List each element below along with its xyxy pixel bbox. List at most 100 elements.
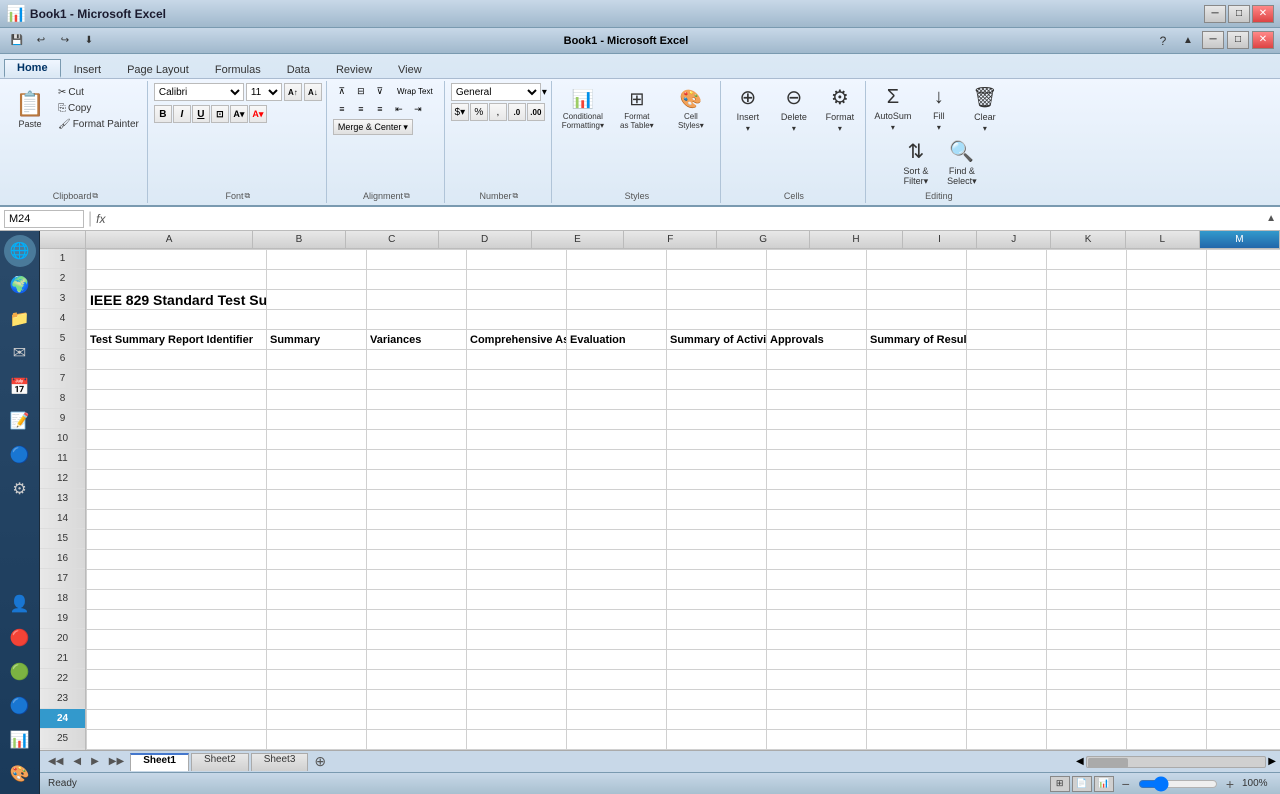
dock-icon-8[interactable]: ⚙ xyxy=(4,473,36,505)
cell-g13[interactable] xyxy=(767,490,867,510)
cell-a19[interactable] xyxy=(87,610,267,630)
insert-dropdown-icon[interactable]: ▾ xyxy=(746,124,750,133)
col-header-k[interactable]: K xyxy=(1051,231,1125,248)
cell-e13[interactable] xyxy=(567,490,667,510)
cell-a10[interactable] xyxy=(87,430,267,450)
delete-dropdown-icon[interactable]: ▾ xyxy=(792,124,796,133)
cell-d12[interactable] xyxy=(467,470,567,490)
cell-l16[interactable] xyxy=(1207,550,1280,570)
cell-j19[interactable] xyxy=(1047,610,1127,630)
tab-page-layout[interactable]: Page Layout xyxy=(114,61,202,78)
format-painter-button[interactable]: 🖌 Format Painter xyxy=(54,117,143,132)
align-top-button[interactable]: ⊼ xyxy=(333,83,351,99)
cell-a11[interactable] xyxy=(87,450,267,470)
number-format-dropdown-icon[interactable]: ▾ xyxy=(542,87,547,98)
cell-l3[interactable] xyxy=(1207,290,1280,310)
cell-a7[interactable] xyxy=(87,370,267,390)
cell-g15[interactable] xyxy=(767,530,867,550)
cell-g2[interactable] xyxy=(767,270,867,290)
cell-f18[interactable] xyxy=(667,590,767,610)
align-right-button[interactable]: ≡ xyxy=(371,101,389,117)
cell-l1[interactable] xyxy=(1207,250,1280,270)
increase-font-size-button[interactable]: A↑ xyxy=(284,83,302,101)
cell-k23[interactable] xyxy=(1127,690,1207,710)
cell-g14[interactable] xyxy=(767,510,867,530)
cell-h14[interactable] xyxy=(867,510,967,530)
cell-i12[interactable] xyxy=(967,470,1047,490)
cell-h2[interactable] xyxy=(867,270,967,290)
cell-h16[interactable] xyxy=(867,550,967,570)
app-restore-button[interactable]: □ xyxy=(1227,31,1249,49)
zoom-in-button[interactable]: + xyxy=(1226,776,1234,792)
cell-d18[interactable] xyxy=(467,590,567,610)
cell-h1[interactable] xyxy=(867,250,967,270)
clear-dropdown-icon[interactable]: ▾ xyxy=(983,124,987,133)
cell-e11[interactable] xyxy=(567,450,667,470)
sort-filter-button[interactable]: ⇅ Sort &Filter▾ xyxy=(895,137,937,189)
cell-i4[interactable] xyxy=(967,310,1047,330)
cell-k16[interactable] xyxy=(1127,550,1207,570)
cell-b17[interactable] xyxy=(267,570,367,590)
cell-i5[interactable] xyxy=(967,330,1047,350)
normal-view-button[interactable]: ⊞ xyxy=(1050,776,1070,792)
cell-d2[interactable] xyxy=(467,270,567,290)
cell-j14[interactable] xyxy=(1047,510,1127,530)
cell-h7[interactable] xyxy=(867,370,967,390)
cell-g6[interactable] xyxy=(767,350,867,370)
cell-g19[interactable] xyxy=(767,610,867,630)
cell-l22[interactable] xyxy=(1207,670,1280,690)
sheet-tab-next-one[interactable]: ▶ xyxy=(87,756,103,767)
cell-d7[interactable] xyxy=(467,370,567,390)
cell-d4[interactable] xyxy=(467,310,567,330)
cell-d15[interactable] xyxy=(467,530,567,550)
cell-k1[interactable] xyxy=(1127,250,1207,270)
cell-j21[interactable] xyxy=(1047,650,1127,670)
comma-button[interactable]: , xyxy=(489,103,507,121)
cell-i17[interactable] xyxy=(967,570,1047,590)
cell-e3[interactable] xyxy=(567,290,667,310)
cell-g18[interactable] xyxy=(767,590,867,610)
row-11[interactable]: 11 xyxy=(40,449,85,469)
cell-e20[interactable] xyxy=(567,630,667,650)
align-center-button[interactable]: ≡ xyxy=(352,101,370,117)
cell-b22[interactable] xyxy=(267,670,367,690)
decrease-font-size-button[interactable]: A↓ xyxy=(304,83,322,101)
cell-g20[interactable] xyxy=(767,630,867,650)
cell-i13[interactable] xyxy=(967,490,1047,510)
cell-f14[interactable] xyxy=(667,510,767,530)
sheet-tab-sheet2[interactable]: Sheet2 xyxy=(191,753,249,771)
cell-l5[interactable] xyxy=(1207,330,1280,350)
cell-f23[interactable] xyxy=(667,690,767,710)
insert-button[interactable]: ⊕ Insert ▾ xyxy=(727,83,769,135)
cell-e12[interactable] xyxy=(567,470,667,490)
dock-icon-13[interactable]: 📊 xyxy=(4,724,36,756)
row-5[interactable]: 5 xyxy=(40,329,85,349)
cell-b8[interactable] xyxy=(267,390,367,410)
cell-f16[interactable] xyxy=(667,550,767,570)
row-7[interactable]: 7 xyxy=(40,369,85,389)
cell-k12[interactable] xyxy=(1127,470,1207,490)
cell-j11[interactable] xyxy=(1047,450,1127,470)
cell-e2[interactable] xyxy=(567,270,667,290)
row-18[interactable]: 18 xyxy=(40,589,85,609)
cell-l11[interactable] xyxy=(1207,450,1280,470)
cell-b12[interactable] xyxy=(267,470,367,490)
col-header-l[interactable]: L xyxy=(1126,231,1200,248)
cell-b6[interactable] xyxy=(267,350,367,370)
number-format-select[interactable]: General xyxy=(451,83,541,101)
cell-c12[interactable] xyxy=(367,470,467,490)
cell-c7[interactable] xyxy=(367,370,467,390)
cell-a14[interactable] xyxy=(87,510,267,530)
cell-d1[interactable] xyxy=(467,250,567,270)
copy-button[interactable]: ⎘ Copy xyxy=(54,101,143,116)
cell-k20[interactable] xyxy=(1127,630,1207,650)
sheet-tab-next[interactable]: ▶▶ xyxy=(105,756,128,767)
cell-l23[interactable] xyxy=(1207,690,1280,710)
cell-j6[interactable] xyxy=(1047,350,1127,370)
dock-icon-12[interactable]: 🔵 xyxy=(4,690,36,722)
cell-j13[interactable] xyxy=(1047,490,1127,510)
cell-f17[interactable] xyxy=(667,570,767,590)
cell-h15[interactable] xyxy=(867,530,967,550)
cell-j12[interactable] xyxy=(1047,470,1127,490)
find-select-button[interactable]: 🔍 Find &Select▾ xyxy=(941,137,983,189)
